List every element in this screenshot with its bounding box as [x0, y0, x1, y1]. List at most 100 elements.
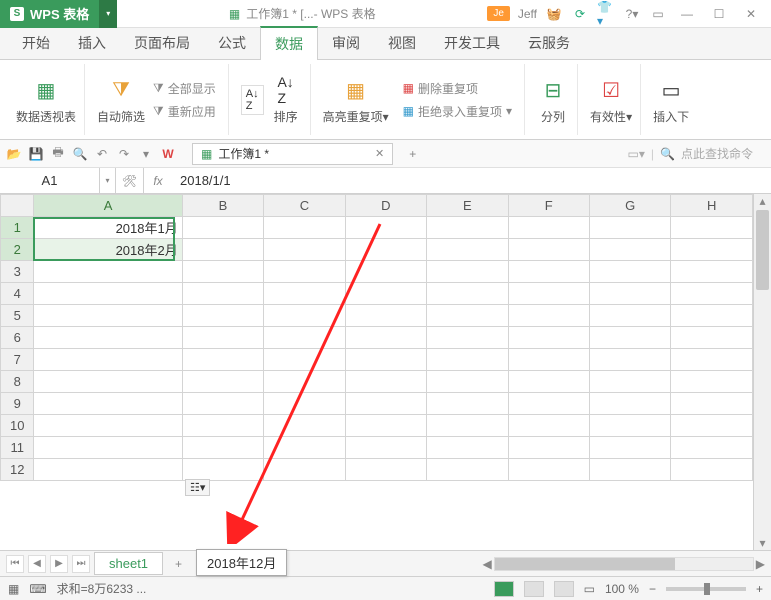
row-header-4[interactable]: 4 — [1, 283, 34, 305]
row-header-1[interactable]: 1 — [1, 217, 34, 239]
close-button[interactable]: ✕ — [739, 4, 763, 24]
cell[interactable] — [427, 437, 508, 459]
cell[interactable] — [589, 349, 670, 371]
menu-review[interactable]: 审阅 — [318, 27, 374, 59]
col-header-b[interactable]: B — [182, 195, 263, 217]
cell[interactable] — [427, 371, 508, 393]
cell[interactable] — [345, 327, 426, 349]
ribbon-remove-dup[interactable]: ▦删除重复项 — [399, 78, 516, 99]
cell[interactable] — [508, 459, 589, 481]
menu-start[interactable]: 开始 — [8, 27, 64, 59]
redo-icon[interactable]: ↷ — [116, 146, 132, 162]
cell[interactable] — [34, 415, 182, 437]
sheet-nav-prev[interactable]: ◀ — [28, 555, 46, 573]
col-header-d[interactable]: D — [345, 195, 426, 217]
cell[interactable] — [508, 415, 589, 437]
cell[interactable] — [508, 437, 589, 459]
cell[interactable] — [671, 349, 753, 371]
undo-icon[interactable]: ↶ — [94, 146, 110, 162]
maximize-button[interactable]: ☐ — [707, 4, 731, 24]
cell[interactable] — [671, 261, 753, 283]
cell[interactable] — [345, 371, 426, 393]
cell[interactable] — [508, 393, 589, 415]
new-tab-button[interactable]: + — [409, 147, 416, 161]
user-name[interactable]: Jeff — [518, 7, 537, 21]
cell[interactable] — [508, 371, 589, 393]
hscroll-left-icon[interactable]: ◀ — [483, 557, 492, 571]
cell[interactable] — [427, 305, 508, 327]
cell[interactable] — [34, 283, 182, 305]
hscroll-thumb[interactable] — [495, 558, 675, 570]
cell[interactable] — [427, 349, 508, 371]
cell-a1[interactable]: 2018年1月 — [34, 217, 182, 239]
select-all-corner[interactable] — [1, 195, 34, 217]
qa-dropdown-icon[interactable]: ▾ — [138, 146, 154, 162]
zoom-slider[interactable] — [666, 587, 746, 591]
cell[interactable] — [671, 327, 753, 349]
window-icon[interactable]: ▭ — [649, 5, 667, 23]
fx-icon[interactable]: fx — [144, 168, 172, 193]
cell[interactable] — [589, 415, 670, 437]
cell[interactable] — [264, 437, 345, 459]
zoom-knob[interactable] — [704, 583, 710, 595]
formula-input[interactable]: 2018/1/1 — [172, 168, 771, 193]
basket-icon[interactable]: 🧺 — [545, 5, 563, 23]
sync-icon[interactable]: ⟳ — [571, 5, 589, 23]
minimize-button[interactable]: — — [675, 4, 699, 24]
cell[interactable] — [508, 305, 589, 327]
cell[interactable] — [345, 261, 426, 283]
view-normal-button[interactable] — [494, 581, 514, 597]
cell[interactable] — [345, 217, 426, 239]
row-header-2[interactable]: 2 — [1, 239, 34, 261]
row-header-8[interactable]: 8 — [1, 371, 34, 393]
cell[interactable] — [589, 283, 670, 305]
cell[interactable] — [182, 437, 263, 459]
view-page-button[interactable] — [524, 581, 544, 597]
open-icon[interactable]: 📂 — [6, 146, 22, 162]
col-header-h[interactable]: H — [671, 195, 753, 217]
cell[interactable] — [182, 415, 263, 437]
cell[interactable] — [508, 217, 589, 239]
cell[interactable] — [589, 305, 670, 327]
cell[interactable] — [182, 239, 263, 261]
cell[interactable] — [34, 459, 182, 481]
cell[interactable] — [508, 283, 589, 305]
menu-view[interactable]: 视图 — [374, 27, 430, 59]
ribbon-sort[interactable]: A↓Z 排序 — [270, 74, 302, 125]
col-header-g[interactable]: G — [589, 195, 670, 217]
cell[interactable] — [182, 327, 263, 349]
cell[interactable] — [182, 305, 263, 327]
cell[interactable] — [34, 305, 182, 327]
cell[interactable] — [508, 261, 589, 283]
col-header-f[interactable]: F — [508, 195, 589, 217]
menu-formula[interactable]: 公式 — [204, 27, 260, 59]
cell[interactable] — [671, 371, 753, 393]
ribbon-show-all[interactable]: ⧩全部显示 — [149, 78, 220, 99]
cell[interactable] — [264, 393, 345, 415]
cell[interactable] — [427, 239, 508, 261]
sheet-tab-sheet1[interactable]: sheet1 — [94, 552, 163, 575]
ribbon-validation[interactable]: ☑ 有效性▾ — [582, 64, 641, 135]
cell[interactable] — [508, 239, 589, 261]
ribbon-autofilter[interactable]: ⧩ 自动筛选 — [97, 74, 145, 125]
search-icon[interactable]: 🔍 — [660, 147, 675, 161]
cell[interactable] — [34, 327, 182, 349]
tabs-list-icon[interactable]: ▭▾ — [628, 147, 645, 161]
row-header-10[interactable]: 10 — [1, 415, 34, 437]
doc-tab-close[interactable]: ✕ — [375, 147, 384, 160]
cell[interactable] — [671, 283, 753, 305]
cell[interactable] — [589, 239, 670, 261]
cell[interactable] — [427, 283, 508, 305]
print-icon[interactable]: 🖶 — [50, 146, 66, 162]
cell[interactable] — [34, 371, 182, 393]
row-header-5[interactable]: 5 — [1, 305, 34, 327]
ribbon-sort-az[interactable]: A↓Z — [241, 85, 264, 115]
cell[interactable] — [345, 393, 426, 415]
cell[interactable] — [427, 459, 508, 481]
menu-data[interactable]: 数据 — [260, 26, 318, 60]
scrollbar-thumb[interactable] — [756, 210, 769, 290]
cell[interactable] — [589, 371, 670, 393]
ribbon-insert-dropdown[interactable]: ▭ 插入下 — [645, 64, 697, 135]
document-tab[interactable]: ▦ 工作簿1 * ✕ — [192, 143, 393, 165]
help-icon[interactable]: ?▾ — [623, 5, 641, 23]
